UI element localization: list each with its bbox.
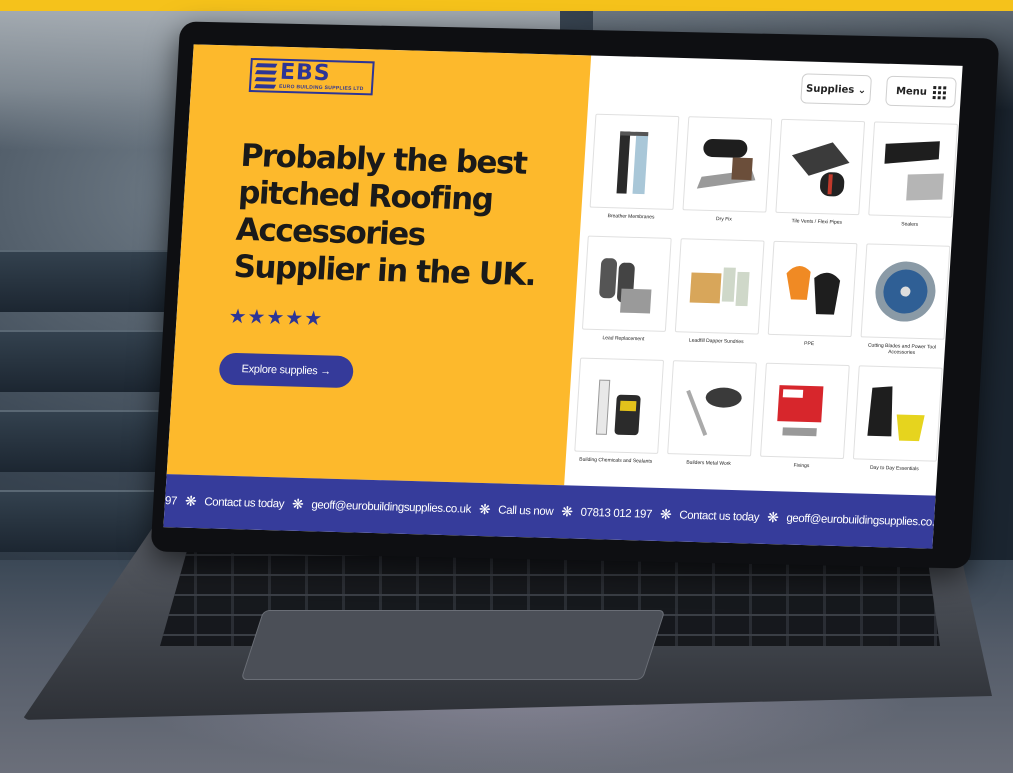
ticker-phone-link[interactable]: 07813 012 197 <box>580 506 652 520</box>
product-card[interactable]: Fixings <box>757 362 851 487</box>
product-label: Sealers <box>900 221 919 228</box>
laptop-screen: EBS EURO BUILDING SUPPLIES LTD Probably … <box>163 44 963 549</box>
logo-stripes-icon <box>254 62 278 89</box>
product-label: PPE <box>803 340 815 348</box>
product-label: Dry Fix <box>715 216 733 223</box>
cutting-blade-image <box>860 243 951 340</box>
snowflake-icon: ❋ <box>766 509 779 526</box>
product-card[interactable]: Builders Metal Work <box>664 360 758 484</box>
laptop-trackpad <box>240 610 666 680</box>
snowflake-icon: ❋ <box>291 495 304 513</box>
dapper-sundries-image <box>674 238 765 335</box>
snowflake-icon: ❋ <box>659 506 672 523</box>
explore-supplies-button[interactable]: Explore supplies → <box>218 352 355 389</box>
ticker-text: Call us now <box>497 503 554 518</box>
top-yellow-band <box>0 0 1013 11</box>
product-card[interactable]: Cutting Blades and Power Tool Accessorie… <box>858 243 952 367</box>
hero-section: EBS EURO BUILDING SUPPLIES LTD Probably … <box>166 44 592 486</box>
product-card[interactable]: Lead Replacement <box>579 235 673 360</box>
snowflake-icon: ❋ <box>478 500 491 518</box>
building-chemicals-image <box>574 357 665 454</box>
snowflake-icon: ❋ <box>184 492 197 510</box>
product-card[interactable]: Dry Fix <box>680 116 774 240</box>
product-card[interactable]: Tile Vents / Flexi Pipes <box>773 118 867 243</box>
product-card[interactable]: Breather Membranes <box>587 113 681 238</box>
ticker-text: 97 <box>164 494 178 507</box>
product-card[interactable]: Sealers <box>865 121 959 245</box>
fixings-image <box>760 362 850 460</box>
hero-headline: Probably the best pitched Roofing Access… <box>232 137 537 294</box>
product-label: Builders Metal Work <box>686 459 732 467</box>
ticker-text: Contact us today <box>678 509 760 524</box>
builders-metal-work-image <box>667 360 757 457</box>
menu-label: Menu <box>895 85 928 98</box>
product-card[interactable]: Day to Day Essentials <box>850 365 944 489</box>
product-card[interactable]: Leadfill Dapper Sundries <box>672 238 766 362</box>
product-grid: Breather Membranes Dry Fix Tile Vents / … <box>571 113 959 494</box>
product-label: Lead Replacement <box>602 335 645 343</box>
logo-subtitle: EURO BUILDING SUPPLIES LTD <box>278 83 364 93</box>
product-card[interactable]: PPE <box>765 240 859 365</box>
ebs-logo[interactable]: EBS EURO BUILDING SUPPLIES LTD <box>248 57 375 96</box>
product-label: Tile Vents / Flexi Pipes <box>791 218 843 226</box>
logo-letters: EBS <box>279 59 332 87</box>
ticker-email-link[interactable]: geoff@eurobuildingsupplies.co.uk <box>311 499 471 515</box>
ticker-email-link[interactable]: geoff@eurobuildingsupplies.co.uk <box>786 512 936 528</box>
supplies-label: Supplies ⌄ <box>805 83 867 96</box>
product-label: Breather Membranes <box>607 213 655 221</box>
day-to-day-essentials-image <box>852 365 943 462</box>
dry-fix-image <box>682 116 773 213</box>
menu-button[interactable]: Menu <box>885 75 957 108</box>
product-label: Fixings <box>793 462 810 470</box>
product-label: Cutting Blades and Power Tool Accessorie… <box>867 342 937 356</box>
product-label: Building Chemicals and Sealants <box>579 456 653 465</box>
snowflake-icon: ❋ <box>560 503 574 520</box>
product-label: Leadfill Dapper Sundries <box>688 337 744 346</box>
tile-vent-image <box>775 118 866 216</box>
product-label: Day to Day Essentials <box>869 464 919 473</box>
lead-replacement-image <box>581 235 672 332</box>
rating-stars: ★★★★★ <box>227 305 324 331</box>
sealer-image <box>868 121 959 218</box>
product-card[interactable]: Building Chemicals and Sealants <box>572 357 666 482</box>
grid-menu-icon <box>932 85 947 99</box>
supplies-dropdown-button[interactable]: Supplies ⌄ <box>800 73 873 106</box>
ticker-text: Contact us today <box>203 495 285 510</box>
breather-membrane-image <box>589 113 680 210</box>
ppe-gloves-image <box>767 240 858 338</box>
